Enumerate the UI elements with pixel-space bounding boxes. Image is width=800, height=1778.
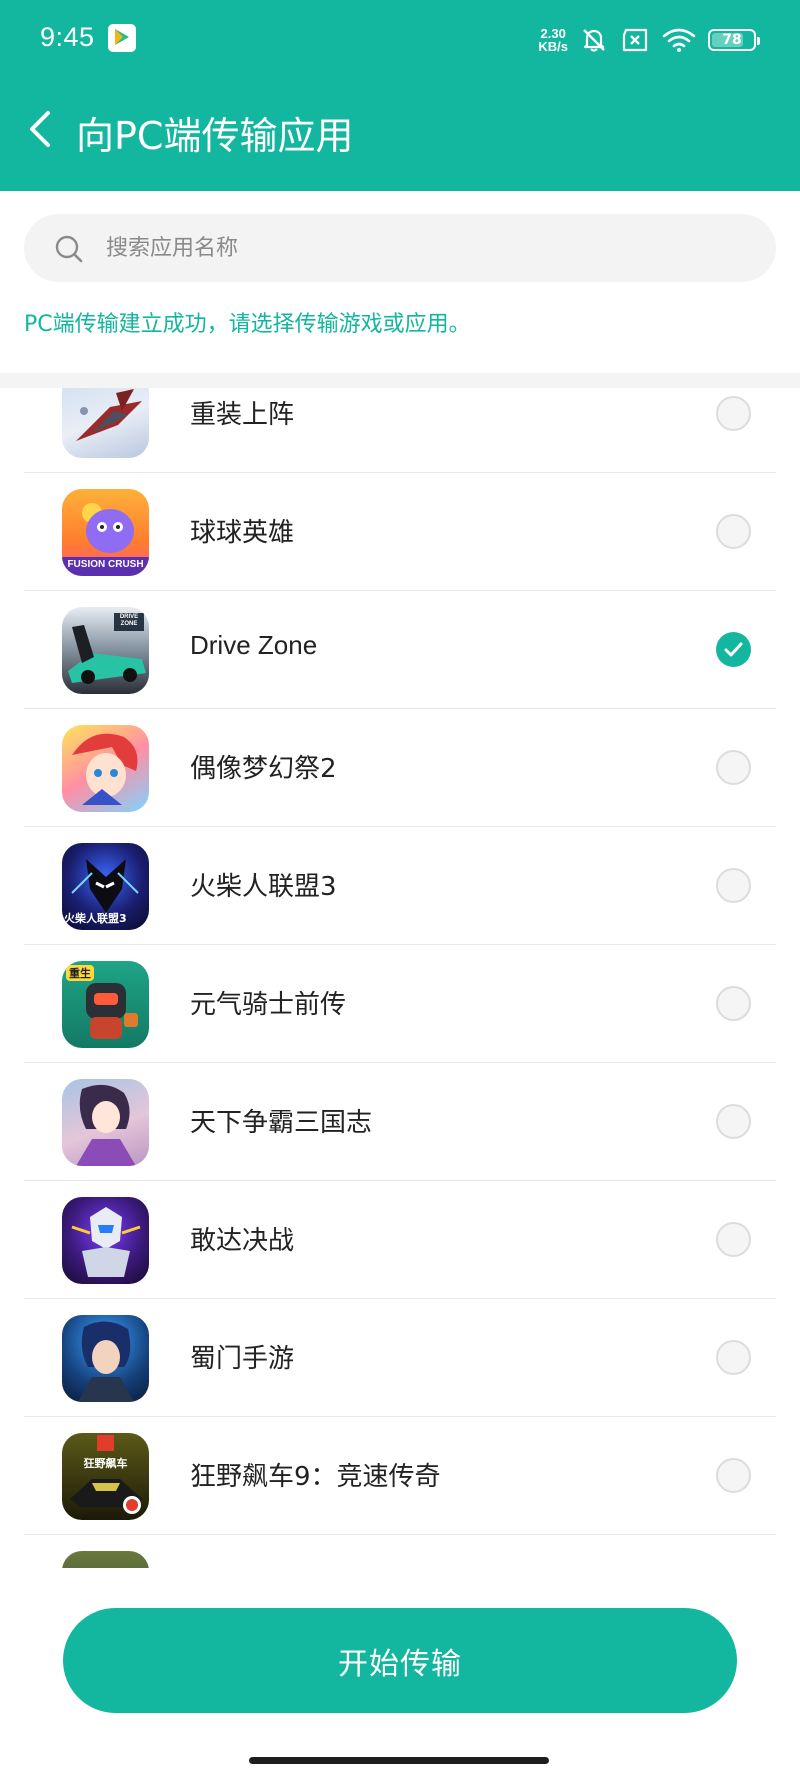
app-name: 天下争霸三国志 [190, 1108, 373, 1138]
page-title: 向PC端传输应用 [76, 114, 354, 158]
app-name: 火柴人联盟3 [190, 872, 337, 902]
mute-bell-icon [583, 29, 605, 52]
home-indicator[interactable] [249, 1757, 549, 1764]
search-bar[interactable] [24, 214, 776, 282]
list-item[interactable]: 重生 元气骑士前传 [24, 945, 776, 1063]
select-radio[interactable] [716, 1104, 751, 1139]
select-radio[interactable] [716, 514, 751, 549]
network-speed: 2.30 KB/s [538, 26, 568, 54]
app-icon-text: DRIVE ZONE [119, 614, 139, 627]
app-icon-text: 重生 [66, 965, 94, 981]
app-name: Drive Zone [190, 630, 318, 660]
app-name: 重装上阵 [190, 400, 295, 430]
app-icon: 火柴人联盟3 [62, 843, 149, 930]
app-icon [62, 1197, 149, 1284]
list-item[interactable]: DRIVE ZONE Drive Zone [24, 591, 776, 709]
app-header-bar: 9:45 2.30 KB/s 78 向PC端传输应用 [0, 0, 800, 191]
app-name: 元气骑士前传 [190, 990, 347, 1020]
app-icon [62, 1551, 149, 1568]
app-icon [62, 725, 149, 812]
status-bar: 9:45 2.30 KB/s 78 [0, 0, 800, 80]
list-item[interactable]: 偶像梦幻祭2 [24, 709, 776, 827]
list-item[interactable]: 狂野飙车 狂野飙车9：竞速传奇 [24, 1417, 776, 1535]
list-item[interactable]: 天下争霸三国志 [24, 1063, 776, 1181]
app-name: 蜀门手游 [190, 1344, 295, 1374]
app-icon: DRIVE ZONE [62, 607, 149, 694]
section-divider [0, 373, 800, 388]
select-radio[interactable] [716, 396, 751, 431]
check-icon [724, 642, 743, 657]
app-name: 球球英雄 [190, 518, 295, 548]
no-sim-icon [622, 28, 648, 52]
app-store-icon [108, 24, 136, 52]
app-icon: FUSION CRUSH [62, 489, 149, 576]
list-item[interactable]: 重装上阵 [24, 388, 776, 473]
back-button[interactable] [22, 107, 62, 151]
select-radio[interactable] [716, 868, 751, 903]
app-icon [62, 1315, 149, 1402]
chevron-left-icon [30, 111, 50, 147]
app-list[interactable]: 重装上阵 FUSION CRUSH 球球英雄 DRIVE ZONE Drive … [0, 388, 800, 1568]
app-icon: 狂野飙车 [62, 1433, 149, 1520]
search-icon [55, 235, 83, 263]
select-radio[interactable] [716, 986, 751, 1021]
list-item[interactable]: 蜀门手游 [24, 1299, 776, 1417]
list-item[interactable] [24, 1535, 776, 1568]
select-radio[interactable] [716, 1458, 751, 1493]
app-icon-text: FUSION CRUSH [67, 559, 144, 570]
start-transfer-button[interactable]: 开始传输 [63, 1608, 737, 1713]
app-icon-text: 火柴人联盟3 [64, 912, 127, 925]
app-name: 狂野飙车9：竞速传奇 [190, 1462, 441, 1492]
list-item[interactable]: 火柴人联盟3 火柴人联盟3 [24, 827, 776, 945]
wifi-icon [662, 28, 696, 52]
page-header: 向PC端传输应用 [0, 95, 800, 165]
list-item[interactable]: FUSION CRUSH 球球英雄 [24, 473, 776, 591]
select-radio[interactable] [716, 632, 751, 667]
app-icon [62, 388, 149, 458]
app-name: 偶像梦幻祭2 [190, 754, 337, 784]
select-radio[interactable] [716, 1222, 751, 1257]
battery-indicator: 78 [708, 29, 760, 51]
connection-notice: PC端传输建立成功，请选择传输游戏或应用。 [24, 312, 471, 337]
app-name: 敢达决战 [190, 1226, 295, 1256]
app-icon: 重生 [62, 961, 149, 1048]
list-item[interactable]: 敢达决战 [24, 1181, 776, 1299]
select-radio[interactable] [716, 750, 751, 785]
app-icon [62, 1079, 149, 1166]
app-icon-text: 狂野飙车 [83, 1457, 128, 1470]
search-input[interactable] [106, 214, 746, 282]
select-radio[interactable] [716, 1340, 751, 1375]
status-time: 9:45 [40, 22, 95, 52]
